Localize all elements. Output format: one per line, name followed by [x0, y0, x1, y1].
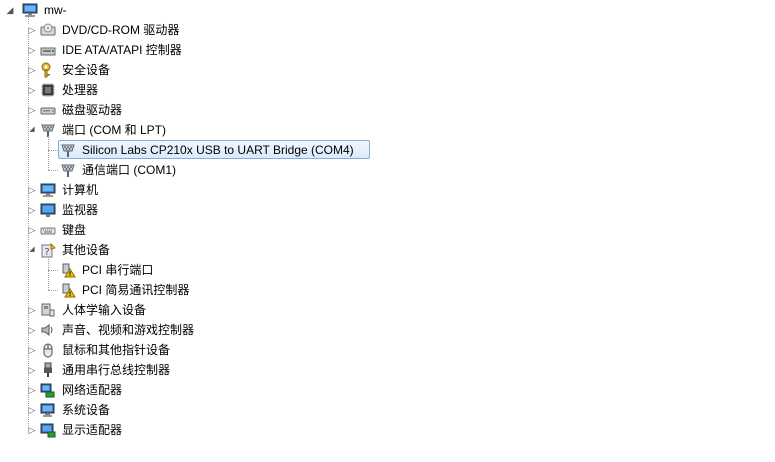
warning-device-icon — [60, 282, 76, 298]
computer-icon — [40, 182, 56, 198]
tree-category-0-label: DVD/CD-ROM 驱动器 — [62, 23, 180, 37]
tree-device-9-1-label: PCI 简易通讯控制器 — [82, 283, 190, 297]
disk-drive-icon — [40, 102, 56, 118]
collapsed-triangle-icon[interactable]: ▷ — [28, 100, 36, 120]
tree-root-label: mw- — [44, 3, 67, 17]
tree-connector-line — [48, 290, 58, 291]
tree-category-10-label: 人体学输入设备 — [62, 303, 147, 317]
tree-category-3[interactable]: ▷ 处理器 — [0, 80, 380, 100]
tree-category-11-label: 声音、视频和游戏控制器 — [62, 323, 195, 337]
computer-icon — [22, 2, 38, 18]
tree-device-9-0-label: PCI 串行端口 — [82, 263, 154, 277]
dvd-drive-icon — [40, 22, 56, 38]
monitor-icon — [40, 202, 56, 218]
tree-category-9-label: 其他设备 — [62, 243, 111, 257]
tree-device-selected-label: Silicon Labs CP210x USB to UART Bridge (… — [82, 143, 354, 157]
collapsed-triangle-icon[interactable]: ▷ — [28, 200, 36, 220]
collapsed-triangle-icon[interactable]: ▷ — [28, 400, 36, 420]
tree-connector-line — [48, 170, 58, 171]
ide-controller-icon — [40, 42, 56, 58]
device-tree: ◢ mw- ▷ DVD/CD-ROM 驱动器 ▷ IDE ATA/ATAPI 控制器 ▷… — [0, 0, 775, 462]
collapsed-triangle-icon[interactable]: ▷ — [28, 40, 36, 60]
collapsed-triangle-icon[interactable]: ▷ — [28, 20, 36, 40]
mouse-icon — [40, 342, 56, 358]
tree-category-16-label: 显示适配器 — [62, 423, 123, 437]
collapsed-triangle-icon[interactable]: ▷ — [28, 220, 36, 240]
tree-category-2-label: 安全设备 — [62, 63, 111, 77]
hid-icon — [40, 302, 56, 318]
tree-root[interactable]: ◢ mw- — [0, 0, 200, 20]
tree-category-5-label: 端口 (COM 和 LPT) — [62, 123, 166, 137]
tree-category-1-label: IDE ATA/ATAPI 控制器 — [62, 43, 182, 57]
tree-category-8-label: 键盘 — [62, 223, 87, 237]
expanded-triangle-icon[interactable]: ◢ — [28, 120, 36, 140]
expanded-triangle-icon[interactable]: ◢ — [6, 0, 14, 20]
keyboard-icon — [40, 222, 56, 238]
warning-device-icon — [60, 262, 76, 278]
tree-category-7-label: 监视器 — [62, 203, 99, 217]
usb-plug-icon — [40, 362, 56, 378]
tree-connector-line — [48, 150, 58, 151]
tree-category-4[interactable]: ▷ 磁盘驱动器 — [0, 100, 380, 120]
tree-category-13[interactable]: ▷ 通用串行总线控制器 — [0, 360, 380, 380]
tree-category-1[interactable]: ▷ IDE ATA/ATAPI 控制器 — [0, 40, 380, 60]
tree-category-12-label: 鼠标和其他指针设备 — [62, 343, 171, 357]
tree-category-10[interactable]: ▷ 人体学输入设备 — [0, 300, 380, 320]
tree-category-16[interactable]: ▷ 显示适配器 — [0, 420, 380, 440]
processor-icon — [40, 82, 56, 98]
tree-category-8[interactable]: ▷ 键盘 — [0, 220, 380, 240]
tree-connector-line — [28, 30, 29, 430]
collapsed-triangle-icon[interactable]: ▷ — [28, 180, 36, 200]
collapsed-triangle-icon[interactable]: ▷ — [28, 60, 36, 80]
expanded-triangle-icon[interactable]: ◢ — [28, 240, 36, 260]
tree-category-13-label: 通用串行总线控制器 — [62, 363, 171, 377]
system-device-icon — [40, 402, 56, 418]
tree-connector-line — [48, 256, 49, 290]
tree-category-3-label: 处理器 — [62, 83, 99, 97]
tree-category-6[interactable]: ▷ 计算机 — [0, 180, 380, 200]
port-icon — [60, 162, 76, 178]
tree-category-6-label: 计算机 — [62, 183, 99, 197]
security-key-icon — [40, 62, 56, 78]
tree-category-15-label: 系统设备 — [62, 403, 111, 417]
display-adapter-icon — [40, 422, 56, 438]
collapsed-triangle-icon[interactable]: ▷ — [28, 320, 36, 340]
collapsed-triangle-icon[interactable]: ▷ — [28, 380, 36, 400]
tree-category-14[interactable]: ▷ 网络适配器 — [0, 380, 380, 400]
tree-category-12[interactable]: ▷ 鼠标和其他指针设备 — [0, 340, 380, 360]
collapsed-triangle-icon[interactable]: ▷ — [28, 340, 36, 360]
tree-category-14-label: 网络适配器 — [62, 383, 123, 397]
tree-category-15[interactable]: ▷ 系统设备 — [0, 400, 380, 420]
port-icon — [60, 142, 76, 158]
tree-category-4-label: 磁盘驱动器 — [62, 103, 123, 117]
collapsed-triangle-icon[interactable]: ▷ — [28, 360, 36, 380]
tree-device-5-1-label: 通信端口 (COM1) — [82, 163, 176, 177]
tree-category-5[interactable]: ◢ 端口 (COM 和 LPT) — [0, 120, 380, 140]
collapsed-triangle-icon[interactable]: ▷ — [28, 80, 36, 100]
tree-connector-line — [48, 270, 58, 271]
speaker-icon — [40, 322, 56, 338]
tree-category-11[interactable]: ▷ 声音、视频和游戏控制器 — [0, 320, 380, 340]
collapsed-triangle-icon[interactable]: ▷ — [28, 300, 36, 320]
tree-category-0[interactable]: ▷ DVD/CD-ROM 驱动器 — [0, 20, 380, 40]
tree-category-7[interactable]: ▷ 监视器 — [0, 200, 380, 220]
network-adapter-icon — [40, 382, 56, 398]
tree-category-2[interactable]: ▷ 安全设备 — [0, 60, 380, 80]
tree-category-9[interactable]: ◢? 其他设备 — [0, 240, 380, 260]
collapsed-triangle-icon[interactable]: ▷ — [28, 420, 36, 440]
tree-connector-line — [48, 136, 49, 170]
